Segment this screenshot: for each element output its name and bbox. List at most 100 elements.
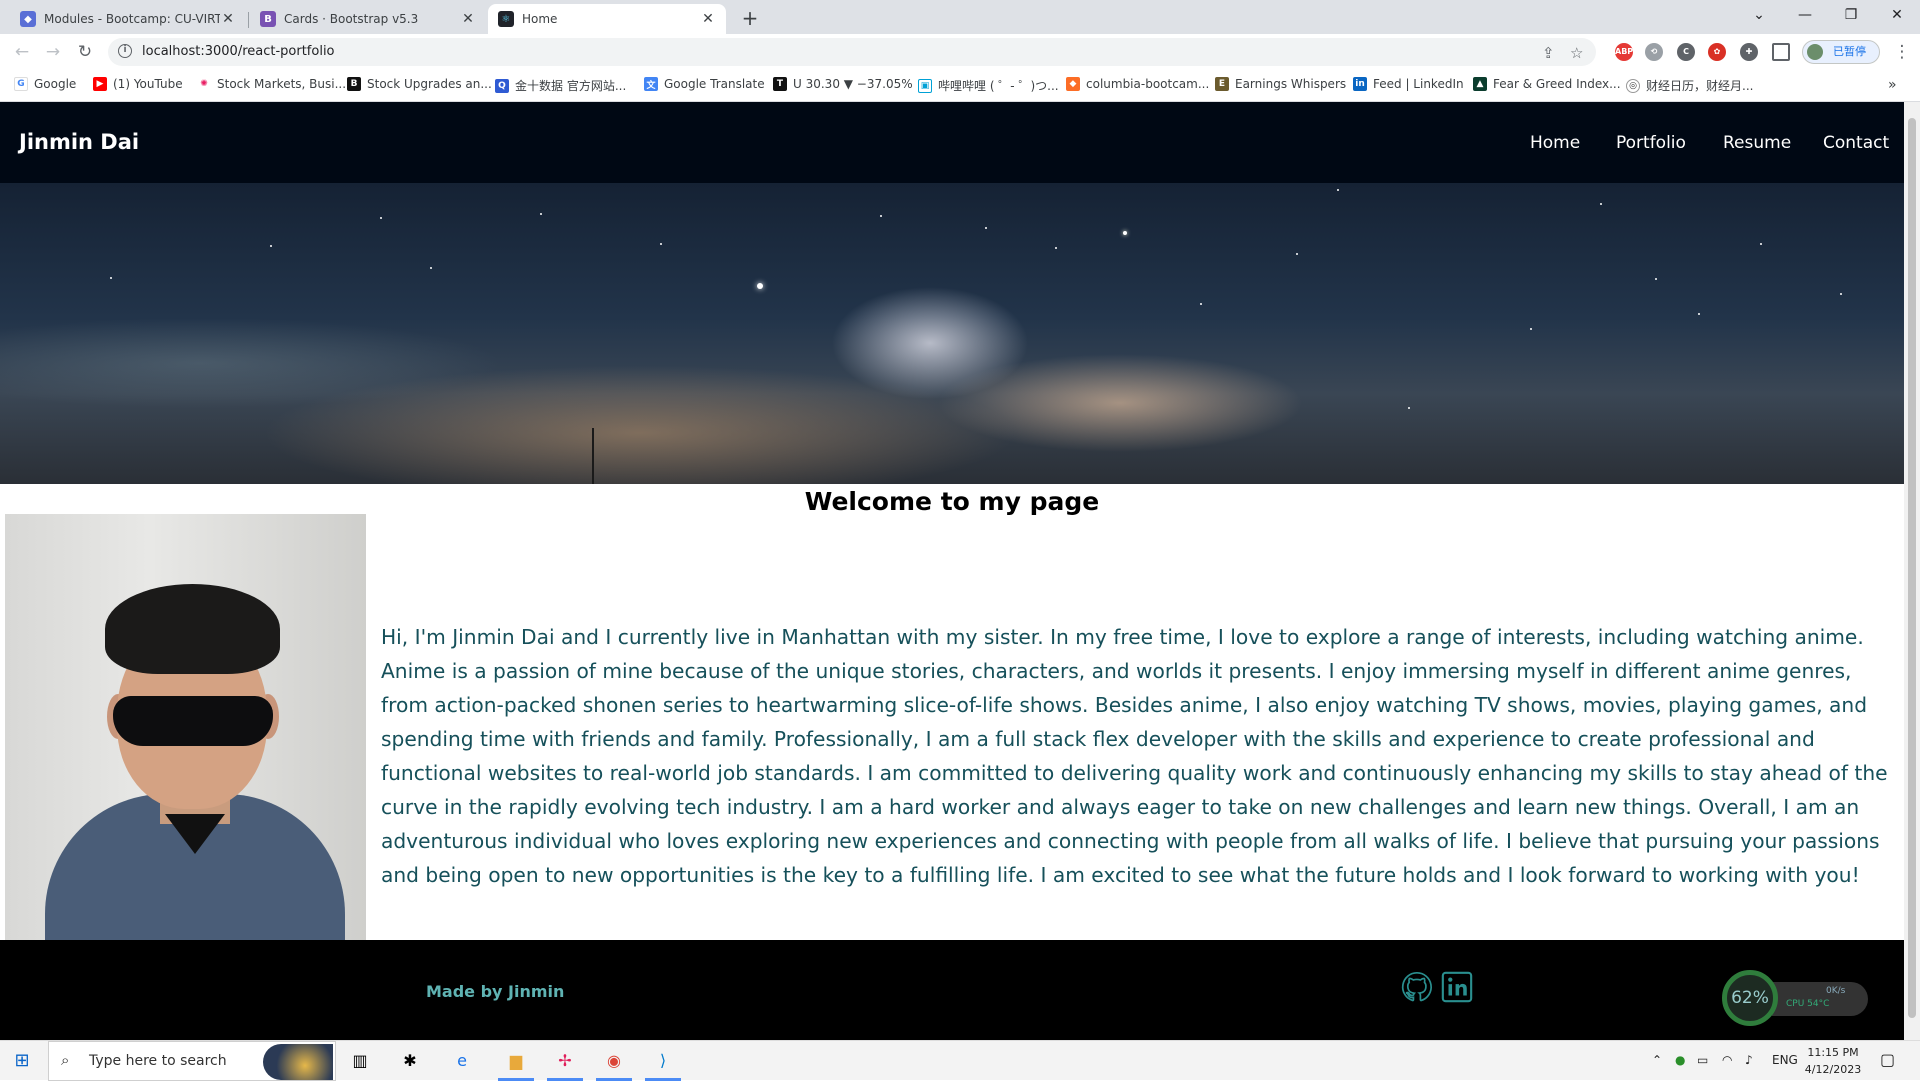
bookmark-google[interactable]: G Google	[14, 77, 76, 91]
profile-button[interactable]: 已暂停	[1802, 40, 1880, 64]
battery-icon[interactable]: ▭	[1697, 1053, 1708, 1067]
file-explorer-icon[interactable]: ▆	[504, 1049, 528, 1073]
star	[1123, 231, 1127, 235]
slack-icon[interactable]: ✢	[553, 1049, 577, 1073]
hero-night-sky-image	[0, 183, 1904, 484]
browser-toolbar: ← → ↻ i localhost:3000/react-portfolio ⇪…	[0, 34, 1920, 70]
tray-app-icon[interactable]: ●	[1675, 1053, 1685, 1067]
linkedin-icon: in	[1353, 77, 1367, 91]
scrollbar-thumb[interactable]	[1908, 118, 1916, 1018]
extension-icon[interactable]: C	[1677, 43, 1695, 61]
new-tab-button[interactable]: +	[737, 6, 763, 32]
bookmark-earnings-whispers[interactable]: E Earnings Whispers	[1215, 77, 1346, 91]
star	[1408, 407, 1410, 409]
bookmark-fear-greed[interactable]: ▲ Fear & Greed Index...	[1473, 77, 1621, 91]
star	[270, 245, 272, 247]
taskbar-clock[interactable]: 11:15 PM 4/12/2023	[1798, 1044, 1868, 1078]
boat-mast	[592, 428, 594, 484]
bookmark-star-icon[interactable]: ☆	[1570, 44, 1583, 62]
bookmark-stock-quote[interactable]: T U 30.30 ▼ −37.05%	[773, 77, 913, 91]
bookmark-google-translate[interactable]: 文 Google Translate	[644, 77, 765, 91]
bookmark-label: columbia-bootcam...	[1086, 77, 1210, 91]
language-indicator[interactable]: ENG	[1772, 1053, 1798, 1067]
page-scrollbar[interactable]	[1904, 102, 1920, 1040]
tab-search-icon[interactable]: ⌄	[1736, 0, 1782, 30]
tab-strip: ◆ Modules - Bootcamp: CU-VIRT-F ✕ B Card…	[0, 0, 1920, 34]
task-view-icon[interactable]: ▥	[348, 1049, 372, 1073]
site-footer: Made by Jinmin 0K/s CPU 54°C 62%	[0, 940, 1904, 1040]
adblock-extension-icon[interactable]: ABP	[1615, 43, 1633, 61]
site-navbar: Jinmin Dai Home Portfolio Resume Contact	[0, 102, 1904, 183]
close-tab-icon[interactable]: ✕	[700, 11, 716, 27]
star	[985, 227, 987, 229]
bookmark-label: Google	[34, 77, 77, 91]
system-monitor-widget[interactable]: 0K/s CPU 54°C 62%	[1722, 970, 1870, 1026]
bookmark-gitlab[interactable]: ◆ columbia-bootcam...	[1066, 77, 1209, 91]
windows-taskbar: ⊞ ⌕ Type here to search ▥ ✱ e ▆ ✢ ◉ ⟩ ⌃ …	[0, 1040, 1920, 1081]
github-icon[interactable]	[1400, 970, 1434, 1004]
bookmark-label: 哔哩哔哩 ( ゜- ゜)つ...	[938, 79, 1059, 93]
more-bookmarks-icon[interactable]: »	[1888, 77, 1897, 93]
chrome-icon[interactable]: ◉	[602, 1049, 626, 1073]
share-icon[interactable]: ⇪	[1542, 44, 1555, 62]
bookmark-youtube[interactable]: ▶ (1) YouTube	[93, 77, 183, 91]
bookmark-label: Stock Markets, Busi...	[217, 77, 347, 91]
site-info-icon[interactable]: i	[118, 44, 132, 58]
address-bar[interactable]: i localhost:3000/react-portfolio ⇪ ☆	[108, 38, 1596, 66]
bookmark-label: 财经日历，财经月...	[1646, 79, 1754, 93]
minimize-button[interactable]: —	[1782, 0, 1828, 30]
gitlab-icon: ◆	[1066, 77, 1080, 91]
restore-button[interactable]: ❐	[1828, 0, 1874, 30]
tray-overflow-icon[interactable]: ⌃	[1652, 1053, 1662, 1067]
bookmark-linkedin[interactable]: in Feed | LinkedIn	[1353, 77, 1464, 91]
bookmark-label: Feed | LinkedIn	[1373, 77, 1464, 91]
close-window-button[interactable]: ✕	[1874, 0, 1920, 30]
bookmark-jin10[interactable]: Q 金十数据 官方网站...	[495, 77, 626, 94]
back-icon[interactable]: ←	[10, 40, 34, 64]
bookmark-cnbc[interactable]: ✺ Stock Markets, Busi...	[197, 77, 346, 91]
side-panel-icon[interactable]	[1772, 43, 1790, 61]
app-icon[interactable]: ✱	[398, 1049, 422, 1073]
bookmark-label: (1) YouTube	[113, 77, 183, 91]
menu-dots-icon[interactable]: ⋮	[1890, 40, 1914, 64]
star	[1698, 313, 1700, 315]
notifications-icon[interactable]: ▢	[1880, 1050, 1895, 1069]
wifi-icon[interactable]: ◠	[1722, 1053, 1732, 1067]
google-icon: G	[14, 77, 28, 91]
browser-tab-active[interactable]: ⚛ Home ✕	[488, 4, 726, 34]
nav-link-contact[interactable]: Contact	[1823, 133, 1889, 153]
star	[880, 215, 882, 217]
bookmark-label: U 30.30 ▼ −37.05%	[793, 77, 913, 91]
internet-explorer-icon[interactable]: e	[450, 1049, 474, 1073]
bookmark-finance-calendar[interactable]: ◎ 财经日历，财经月...	[1626, 77, 1753, 94]
tab-separator	[248, 12, 249, 28]
bootstrap-favicon-icon: B	[260, 11, 276, 27]
extension-icon[interactable]: ⟲	[1645, 43, 1663, 61]
linkedin-icon[interactable]	[1440, 970, 1474, 1004]
vscode-icon[interactable]: ⟩	[651, 1049, 675, 1073]
bio-paragraph: Hi, I'm Jinmin Dai and I currently live …	[381, 625, 1888, 887]
nav-link-portfolio[interactable]: Portfolio	[1616, 133, 1686, 153]
nav-link-home[interactable]: Home	[1530, 133, 1580, 153]
browser-tab[interactable]: ◆ Modules - Bootcamp: CU-VIRT-F ✕	[10, 4, 246, 34]
extensions-puzzle-icon[interactable]: ✚	[1740, 43, 1758, 61]
bookmark-stock-upgrades[interactable]: B Stock Upgrades an...	[347, 77, 492, 91]
search-placeholder: Type here to search	[89, 1053, 227, 1069]
bookmark-label: Stock Upgrades an...	[367, 77, 492, 91]
windows-start-icon[interactable]: ⊞	[10, 1049, 34, 1073]
star	[1200, 303, 1202, 305]
tab-title: Home	[522, 12, 558, 26]
forward-icon[interactable]: →	[41, 40, 65, 64]
bookmark-bilibili[interactable]: ▣ 哔哩哔哩 ( ゜- ゜)つ...	[918, 77, 1059, 94]
close-tab-icon[interactable]: ✕	[220, 11, 236, 27]
site-brand[interactable]: Jinmin Dai	[19, 130, 139, 154]
taskbar-search-box[interactable]: ⌕ Type here to search	[48, 1041, 336, 1081]
nav-link-resume[interactable]: Resume	[1723, 133, 1791, 153]
volume-icon[interactable]: ♪	[1745, 1053, 1753, 1067]
extension-badge-icon[interactable]: ✿	[1708, 43, 1726, 61]
reload-icon[interactable]: ↻	[73, 40, 97, 64]
close-tab-icon[interactable]: ✕	[460, 11, 476, 27]
star	[1760, 243, 1762, 245]
star	[1840, 293, 1842, 295]
browser-tab[interactable]: B Cards · Bootstrap v5.3 ✕	[250, 4, 486, 34]
